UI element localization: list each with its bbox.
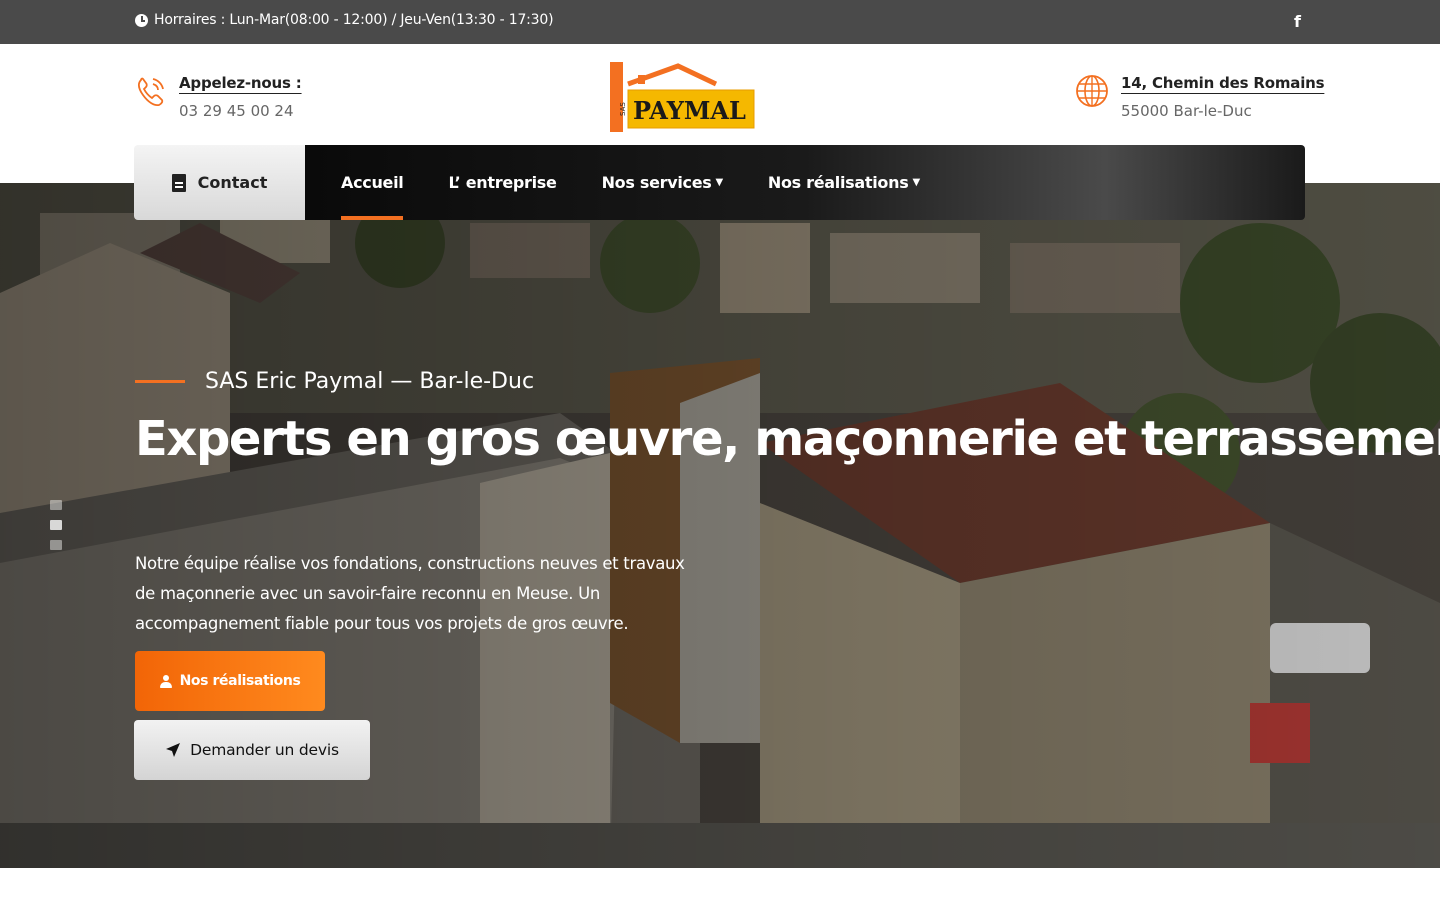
call-info: Appelez-nous : 03 29 45 00 24 (135, 74, 302, 120)
realisations-button[interactable]: Nos réalisations (135, 651, 325, 711)
send-icon (166, 743, 181, 757)
contact-label: Contact (197, 173, 268, 192)
logo-image: SAS PAYMAL (610, 62, 755, 132)
globe-icon (1076, 75, 1108, 107)
nav-item-entreprise[interactable]: L’ entreprise (448, 145, 556, 220)
phone-number[interactable]: 03 29 45 00 24 (179, 102, 302, 120)
document-icon (171, 173, 186, 192)
chevron-down-icon: ▼ (912, 177, 920, 188)
call-label[interactable]: Appelez-nous : (179, 74, 302, 92)
nav-menu: Accueil L’ entreprise Nos services ▼ Nos… (305, 145, 1305, 220)
slider-dots (50, 500, 62, 550)
hero-subtitle: SAS Eric Paymal — Bar-le-Duc (135, 369, 534, 394)
main-navigation: Contact Accueil L’ entreprise Nos servic… (134, 145, 1305, 220)
hero-subtitle-text: SAS Eric Paymal — Bar-le-Duc (205, 369, 535, 394)
hero-section: SAS Eric Paymal — Bar-le-Duc Experts en … (0, 183, 1440, 868)
slider-dot[interactable] (50, 520, 62, 530)
chevron-down-icon: ▼ (715, 177, 724, 188)
svg-text:PAYMAL: PAYMAL (633, 96, 746, 125)
slider-dot[interactable] (50, 540, 62, 550)
nav-item-realisations[interactable]: Nos réalisations ▼ (768, 145, 920, 220)
user-icon (159, 674, 172, 688)
opening-hours: Horraires : Lun-Mar(08:00 - 12:00) / Jeu… (135, 12, 554, 28)
quote-request-button-label: Demander un devis (190, 741, 339, 759)
nav-item-label: Accueil (341, 173, 404, 192)
company-logo[interactable]: SAS PAYMAL (610, 62, 756, 132)
nav-item-label: L’ entreprise (448, 173, 557, 192)
contact-button[interactable]: Contact (134, 145, 305, 220)
nav-item-label: Nos réalisations (767, 173, 909, 192)
nav-item-accueil[interactable]: Accueil (341, 145, 404, 220)
realisations-button-label: Nos réalisations (179, 673, 301, 689)
svg-text:SAS: SAS (619, 102, 627, 116)
address-info: 14, Chemin des Romains 55000 Bar-le-Duc (1075, 74, 1325, 120)
accent-line (135, 380, 185, 383)
hero-description: Notre équipe réalise vos fondations, con… (135, 554, 685, 633)
address-street[interactable]: 14, Chemin des Romains (1121, 74, 1325, 92)
hero-headline: Experts en gros œuvre, maçonnerie et ter… (135, 411, 1440, 467)
slider-dot[interactable] (50, 500, 62, 510)
address-city: 55000 Bar-le-Duc (1121, 102, 1252, 120)
nav-item-services[interactable]: Nos services ▼ (601, 145, 724, 220)
clock-icon (135, 13, 148, 27)
quote-request-button[interactable]: Demander un devis (134, 720, 370, 780)
nav-item-label: Nos services (601, 173, 712, 192)
facebook-icon[interactable]: f (1294, 12, 1301, 31)
opening-hours-text: Horraires : Lun-Mar(08:00 - 12:00) / Jeu… (154, 12, 554, 28)
phone-icon (138, 77, 164, 107)
top-bar: Horraires : Lun-Mar(08:00 - 12:00) / Jeu… (0, 0, 1440, 44)
